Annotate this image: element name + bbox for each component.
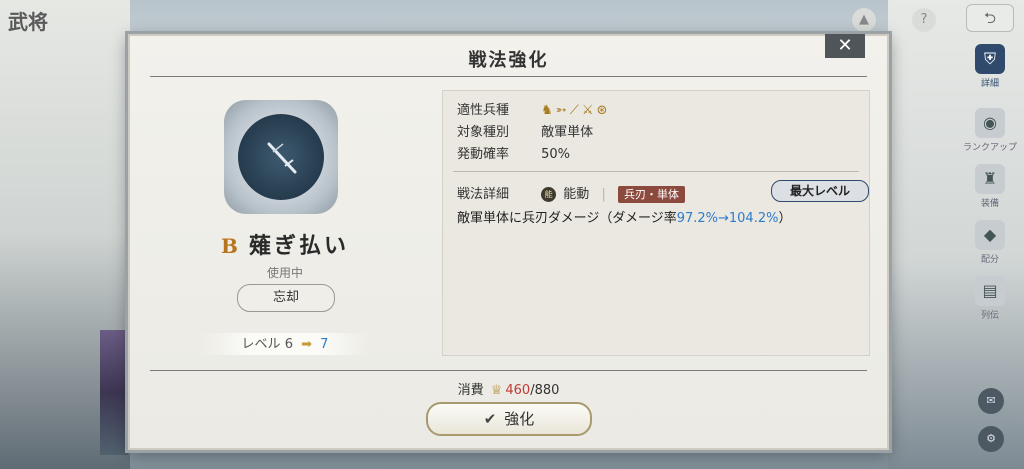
dialog-title: 戦法強化: [468, 50, 549, 71]
settings-icon[interactable]: ⚙: [978, 426, 1004, 452]
cost-current: 460: [505, 383, 531, 398]
helmet-icon: ♜: [975, 164, 1005, 194]
forget-button[interactable]: 忘却: [237, 284, 335, 312]
eye-icon: ◉: [975, 108, 1005, 138]
armor-icon: ⛨: [975, 44, 1005, 74]
screen-title: 武将: [8, 10, 48, 34]
help-icon[interactable]: ?: [912, 8, 936, 32]
max-level-button[interactable]: 最大レベル: [771, 180, 869, 202]
enhance-button[interactable]: ✔ 強化: [426, 402, 592, 436]
back-button[interactable]: ⮌: [966, 4, 1014, 32]
back-arrow-icon: ⮌: [983, 9, 996, 27]
bottom-divider: [150, 370, 867, 371]
bow-icon: ➳: [555, 103, 570, 118]
level-current: 6: [284, 337, 293, 352]
cost-row: 消費 ♕ 460/880: [130, 379, 887, 398]
arrow-right-icon: ➡: [301, 337, 313, 352]
unit-types-label: 適性兵種: [457, 103, 510, 118]
target-value: 敵軍単体: [541, 125, 594, 140]
skill-enhance-dialog: 戦法強化 ✕ B 薙ぎ払い 使用中 忘却 レベル 6 ➡ 7 適性兵種 ♞➳⟋⚔…: [128, 34, 889, 450]
side-nav-biography[interactable]: ▤ 列伝: [960, 276, 1020, 321]
siege-icon: ⊛: [596, 103, 611, 118]
skill-point-icon: ♕: [490, 383, 503, 398]
side-nav-equipment[interactable]: ♜ 装備: [960, 164, 1020, 209]
title-divider: [150, 76, 867, 77]
skill-details-panel: 適性兵種 ♞➳⟋⚔⊛ 対象種別 敵軍単体 発動確率 50% 戦法詳細 能 能動 …: [442, 90, 870, 356]
close-button[interactable]: ✕: [825, 34, 865, 58]
chance-row: 発動確率 50%: [457, 143, 570, 162]
level-next: 7: [320, 337, 329, 352]
skill-status: 使用中: [266, 266, 303, 280]
chance-value: 50%: [541, 147, 571, 162]
side-nav-allocation[interactable]: ◆ 配分: [960, 220, 1020, 265]
level-progress: レベル 6 ➡ 7: [200, 333, 370, 355]
chance-label: 発動確率: [457, 147, 510, 162]
target-label: 対象種別: [457, 125, 510, 140]
skill-description: 敵軍単体に兵刃ダメージ（ダメージ率97.2%→104.2%）: [457, 211, 792, 226]
detail-label: 戦法詳細: [457, 187, 510, 202]
home-icon[interactable]: ▲: [852, 8, 876, 32]
detail-row: 戦法詳細 能 能動 | 兵刃・単体 最大レベル: [457, 180, 869, 203]
side-nav-rankup[interactable]: ◉ ランクアップ: [960, 108, 1020, 153]
active-skill-icon: 能: [541, 187, 557, 202]
skill-grade: B: [220, 234, 238, 258]
skill-type: 能動: [563, 187, 590, 202]
check-icon: ✔: [483, 410, 497, 428]
sword-icon: [267, 142, 297, 174]
damage-rate-value: 97.2%→104.2%: [676, 211, 779, 226]
unit-types-row: 適性兵種 ♞➳⟋⚔⊛: [457, 99, 610, 118]
cavalry-icon: ♞: [541, 103, 556, 118]
details-divider: [453, 171, 859, 172]
cost-total: /880: [530, 383, 560, 398]
cost-label: 消費: [457, 383, 484, 398]
blade-icon: ⚔: [581, 103, 597, 118]
chat-icon[interactable]: ✉: [978, 388, 1004, 414]
side-nav-details[interactable]: ⛨ 詳細: [960, 44, 1020, 89]
target-row: 対象種別 敵軍単体: [457, 121, 593, 140]
skill-emblem: [224, 100, 338, 214]
enhance-label: 強化: [504, 410, 535, 428]
background-list-strip: [100, 330, 128, 455]
separator: |: [601, 187, 606, 202]
level-label: レベル: [241, 337, 281, 352]
skill-tag: 兵刃・単体: [617, 186, 685, 203]
skill-name: 薙ぎ払い: [248, 233, 349, 259]
skill-overview: B 薙ぎ払い 使用中 忘却 レベル 6 ➡ 7: [130, 80, 440, 370]
spear-icon: ⟋: [569, 103, 582, 118]
gem-icon: ◆: [975, 220, 1005, 250]
book-icon: ▤: [975, 276, 1005, 306]
